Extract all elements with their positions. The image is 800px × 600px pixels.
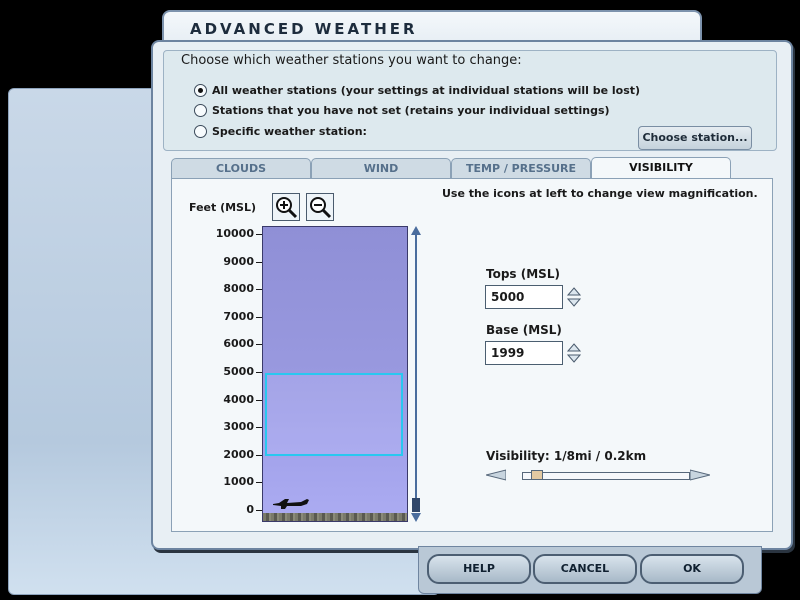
visibility-tab-content: Use the icons at left to change view mag… (171, 178, 773, 532)
cancel-button[interactable]: CANCEL (533, 554, 637, 584)
radio-all-stations[interactable]: All weather stations (your settings at i… (194, 84, 640, 97)
tops-label: Tops (MSL) (486, 267, 560, 281)
tick-label: 0 (246, 503, 254, 516)
dialog-body: Choose which weather stations you want t… (151, 40, 793, 550)
tick-label: 2000 (223, 447, 254, 461)
tick-label: 3000 (223, 420, 254, 434)
slider-right-arrow-icon[interactable] (690, 469, 710, 481)
magnification-hint: Use the icons at left to change view mag… (442, 187, 758, 200)
tab-clouds[interactable]: CLOUDS (171, 158, 311, 178)
radio-unset-stations[interactable]: Stations that you have not set (retains … (194, 104, 610, 117)
tick-label: 1000 (223, 475, 254, 489)
tab-temp-pressure[interactable]: TEMP / PRESSURE (451, 158, 591, 178)
zoom-in-icon[interactable] (272, 193, 300, 221)
axis-label: Feet (MSL) (189, 201, 257, 214)
ground-texture (263, 513, 407, 521)
zoom-out-icon[interactable] (306, 193, 334, 221)
ok-button[interactable]: OK (640, 554, 744, 584)
help-button[interactable]: HELP (427, 554, 531, 584)
tops-input[interactable]: 5000 (485, 285, 563, 309)
tick-label: 9000 (223, 254, 254, 268)
visibility-label: Visibility: 1/8mi / 0.2km (486, 449, 647, 463)
airplane-icon (273, 499, 309, 509)
station-selection-group: Choose which weather stations you want t… (163, 50, 777, 151)
tick-label: 8000 (223, 282, 254, 296)
slider-thumb[interactable] (531, 470, 544, 480)
radio-label-all: All weather stations (your settings at i… (212, 84, 641, 97)
radio-button[interactable] (194, 104, 207, 117)
altitude-view[interactable] (262, 226, 408, 522)
tops-spinner-icon[interactable] (567, 287, 581, 307)
tab-visibility[interactable]: VISIBILITY (591, 157, 731, 179)
radio-label-specific: Specific weather station: (212, 125, 367, 138)
radio-label-unset: Stations that you have not set (retains … (212, 104, 610, 117)
tick-label: 5000 (223, 365, 254, 378)
tick-label: 7000 (223, 309, 254, 323)
visibility-slider[interactable] (522, 470, 690, 480)
choose-station-button[interactable]: Choose station... (638, 126, 752, 150)
tick-label: 10000 (215, 227, 254, 240)
base-spinner-icon[interactable] (567, 343, 581, 363)
radio-specific-station[interactable]: Specific weather station: (194, 125, 367, 138)
base-input[interactable]: 1999 (485, 341, 563, 365)
view-scrollbar[interactable] (411, 226, 421, 522)
tab-wind[interactable]: WIND (311, 158, 451, 178)
tick-label: 6000 (223, 337, 254, 351)
tick-label: 4000 (223, 392, 254, 406)
base-label: Base (MSL) (486, 323, 562, 337)
radio-button[interactable] (194, 125, 207, 138)
radio-button-checked[interactable] (194, 84, 207, 97)
window-title: ADVANCED WEATHER (190, 20, 418, 38)
stations-heading: Choose which weather stations you want t… (181, 53, 522, 68)
visibility-layer-box[interactable] (265, 373, 403, 456)
slider-left-arrow-icon[interactable] (486, 469, 506, 481)
